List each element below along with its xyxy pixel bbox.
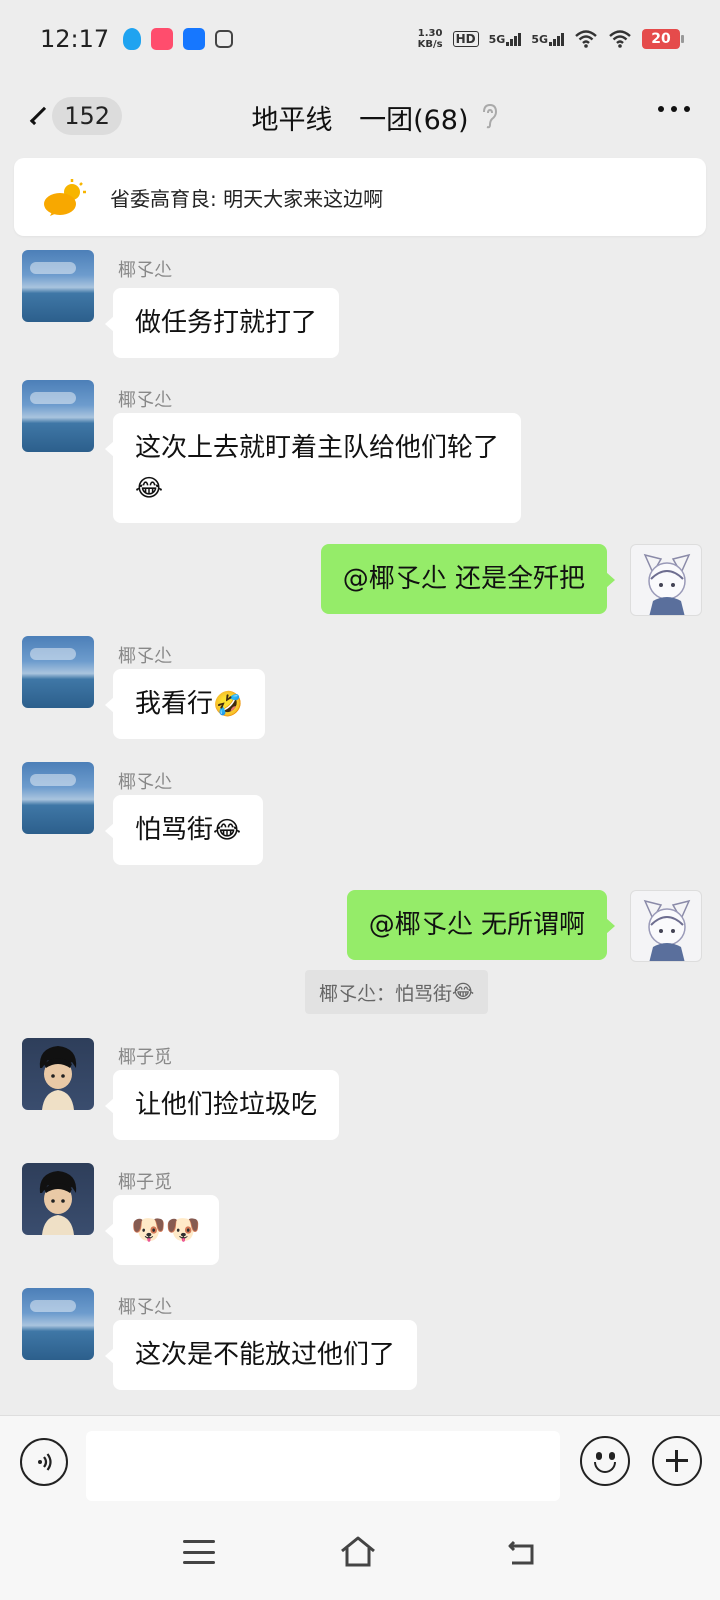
message-text: @椰孓尐 还是全歼把 — [342, 564, 585, 594]
hd-icon: HD — [452, 31, 479, 47]
battery-icon: 20 — [642, 29, 684, 49]
tears-of-joy-emoji: 😂 — [452, 981, 475, 1003]
wifi-icon-2 — [609, 30, 631, 48]
anime-boy-avatar-image — [39, 1046, 77, 1110]
anime-girl-avatar-image — [643, 553, 691, 615]
more-options-button[interactable] — [658, 106, 690, 112]
emoji-button[interactable] — [580, 1436, 630, 1486]
emoji-icon — [596, 1452, 602, 1460]
doge-emoji: 🐶🐶 — [131, 1213, 201, 1246]
anime-boy-avatar-image — [39, 1171, 77, 1235]
sender-name: 椰子觅 — [118, 1047, 172, 1068]
more-functions-button[interactable] — [652, 1436, 702, 1486]
sender-name: 椰孓尐 — [118, 646, 172, 667]
quoted-message[interactable]: 椰孓尐：怕骂街 😂 — [305, 970, 489, 1014]
voice-icon — [38, 1453, 52, 1471]
emoji-icon-eye — [609, 1452, 615, 1460]
shopping-app-icon — [151, 28, 174, 50]
signal-icon: 5G — [488, 32, 522, 46]
network-speed: 1.30 KB/s — [418, 28, 443, 50]
emoji-icon-mouth — [594, 1462, 616, 1473]
message-text: 让他们捡垃圾吃 — [135, 1090, 318, 1120]
return-icon[interactable] — [504, 1537, 538, 1567]
outgoing-message-bubble[interactable]: @椰孓尐 还是全歼把 — [320, 544, 616, 614]
voice-input-button[interactable] — [20, 1438, 68, 1486]
qq-notification-icon — [123, 28, 142, 50]
input-bar — [0, 1415, 720, 1515]
avatar[interactable] — [22, 1288, 94, 1360]
menu-icon[interactable] — [183, 1540, 215, 1564]
message-bubble[interactable]: 我看行 🤣 — [105, 669, 265, 739]
network-speed-value: 1.30 — [417, 28, 443, 39]
alipay-app-icon — [183, 28, 206, 50]
my-avatar[interactable] — [630, 544, 702, 616]
status-right: 1.30 KB/s HD 5G 5G 20 — [418, 28, 684, 50]
avatar[interactable] — [22, 636, 94, 708]
message-bubble[interactable]: 怕骂街 😂 — [104, 795, 264, 865]
message-input[interactable] — [86, 1431, 560, 1501]
avatar[interactable] — [22, 250, 94, 322]
sender-name: 椰孓尐 — [118, 772, 172, 793]
rolling-laughing-emoji: 🤣 — [213, 690, 243, 718]
message-bubble[interactable]: 这次是不能放过他们了 — [104, 1320, 418, 1390]
system-navigation-bar — [0, 1515, 720, 1600]
message-text: 这次上去就盯着主队给他们轮了 — [135, 433, 500, 463]
signal-icon-2: 5G — [531, 32, 564, 46]
signal-label-1: 5G — [488, 32, 506, 46]
chat-header: 152 地平线 一团(68) — [0, 78, 720, 156]
sender-name: 椰孓尐 — [118, 1297, 172, 1318]
notification-icons — [123, 28, 234, 50]
message-text: 怕骂街 — [135, 815, 214, 845]
ear-mute-icon — [483, 103, 498, 129]
my-avatar[interactable] — [630, 890, 702, 962]
quoted-text: 椰孓尐：怕骂街 — [319, 982, 453, 1005]
sender-name: 椰孓尐 — [118, 390, 172, 411]
signal-label-2: 5G — [531, 32, 548, 46]
wifi-icon — [575, 30, 597, 48]
status-time: 12:17 — [40, 25, 110, 53]
tears-of-joy-emoji: 😂 — [135, 474, 164, 502]
status-bar: 12:17 1.30 KB/s HD 5G 5G 20 — [0, 0, 720, 78]
message-text: 做任务打就打了 — [135, 308, 318, 338]
message-bubble[interactable]: 🐶🐶 — [105, 1195, 219, 1265]
message-bubble[interactable]: 让他们捡垃圾吃 — [104, 1070, 340, 1140]
home-icon[interactable] — [338, 1535, 378, 1569]
network-speed-unit: KB/s — [417, 39, 443, 50]
chat-title[interactable]: 地平线 一团(68) — [0, 98, 720, 137]
avatar[interactable] — [22, 1038, 94, 1110]
avatar[interactable] — [22, 1163, 94, 1235]
alipay-notification-icon — [215, 30, 234, 48]
pinned-text: 省委高育良: 明天大家来这边啊 — [110, 186, 384, 211]
sun-cloud-icon — [44, 179, 86, 216]
anime-girl-avatar-image — [643, 899, 691, 961]
tears-of-joy-emoji: 😂 — [213, 816, 242, 844]
sender-name: 椰子觅 — [118, 1172, 172, 1193]
message-text: 我看行 — [135, 689, 214, 719]
avatar[interactable] — [22, 762, 94, 834]
message-text: 这次是不能放过他们了 — [135, 1340, 396, 1370]
message-bubble[interactable]: 做任务打就打了 — [104, 288, 340, 358]
outgoing-message-bubble[interactable]: @椰孓尐 无所谓啊 — [346, 890, 616, 960]
avatar[interactable] — [22, 380, 94, 452]
message-text: @椰孓尐 无所谓啊 — [368, 910, 585, 940]
sender-name: 椰孓尐 — [118, 260, 172, 281]
message-bubble[interactable]: 这次上去就盯着主队给他们轮了 😂 — [104, 413, 522, 523]
pinned-announcement[interactable]: 省委高育良: 明天大家来这边啊 — [14, 158, 706, 236]
